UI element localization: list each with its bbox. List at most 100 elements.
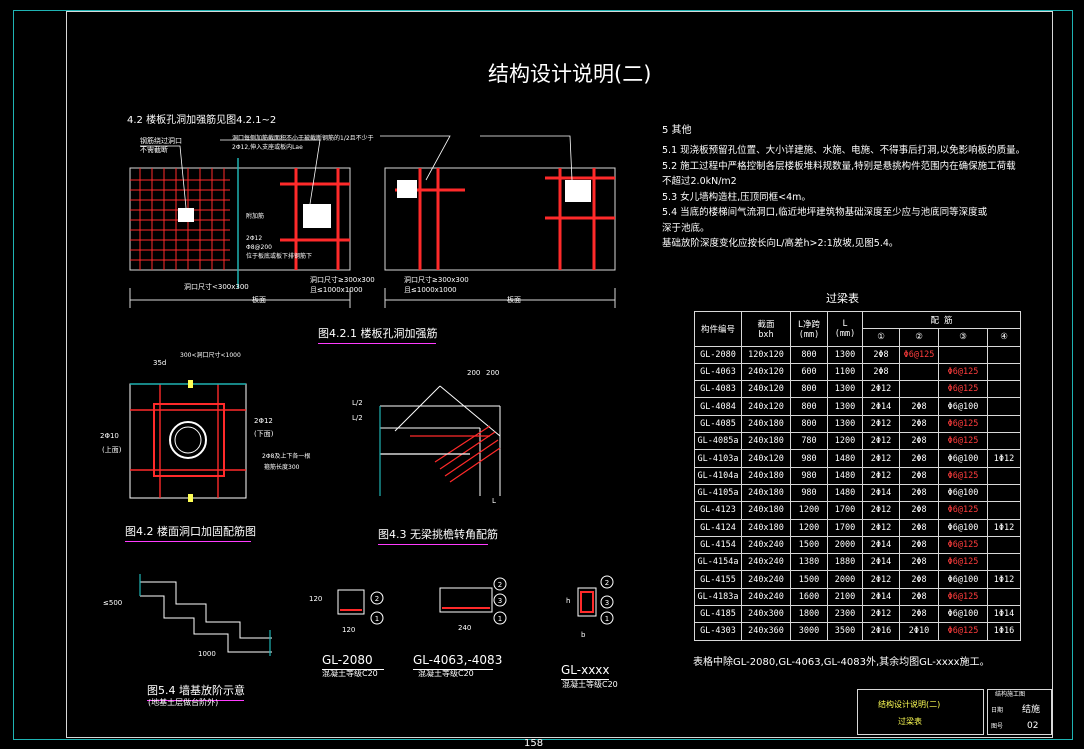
table-row: GL-4083 240x120 800 1300 2Φ12 Φ6@125 (694, 380, 1021, 399)
col-section: 截面 bxh (741, 311, 791, 347)
plan-note-bottom: 位于板底或板下排钢筋下 (246, 253, 313, 260)
col-rebar-3: ③ (938, 328, 988, 347)
svg-text:1: 1 (605, 615, 609, 623)
table-cell: 2Φ8 (899, 535, 939, 555)
hole-label-top: (上面) (102, 446, 122, 454)
table-cell: 1Φ14 (987, 605, 1021, 624)
table-cell: GL-4085 (694, 414, 742, 434)
table-cell: 240x360 (741, 622, 791, 641)
note-5-3: 5.3 女儿墙构造柱,压顶同框<4m。 (662, 191, 811, 203)
plan-note-extra: 附加筋 (246, 213, 265, 220)
table-cell: GL-4185 (694, 605, 742, 624)
svg-text:2: 2 (375, 595, 379, 603)
table-cell: Φ6@125 (938, 432, 988, 451)
table-cell: GL-4085a (694, 432, 742, 451)
hole-label-2d12: 2Φ12 (254, 417, 273, 425)
table-cell (987, 345, 1021, 364)
table-cell: GL-4104a (694, 466, 742, 485)
table-cell: 1200 (790, 518, 828, 537)
plan-note-bypass: 钢筋绕过洞口 (140, 137, 182, 145)
table-cell: Φ6@125 (938, 466, 988, 485)
table-cell: GL-4154a (694, 553, 742, 572)
hole-label-stirrup: 箍筋长度300 (264, 464, 300, 471)
section-2-note: 混凝土等级C20 (418, 669, 474, 678)
table-cell: 2Φ12 (862, 501, 900, 520)
plan-note-nocut: 不需截断 (140, 146, 168, 154)
table-cell: 780 (790, 432, 828, 451)
svg-text:2: 2 (498, 581, 502, 589)
table-row: GL-4085 240x180 800 1300 2Φ12 2Φ8 Φ6@125 (694, 414, 1021, 434)
section-1-width: 120 (342, 626, 356, 634)
table-cell: 2Φ12 (862, 570, 900, 589)
table-cell: 1800 (790, 605, 828, 624)
svg-text:3: 3 (498, 597, 502, 605)
table-cell: 240x180 (741, 483, 791, 503)
table-cell: GL-4105a (694, 483, 742, 503)
plan-label-small-hole: 洞口尺寸<300x300 (184, 283, 249, 291)
eave-dim-4: L/2 (352, 414, 363, 422)
title-block-r5: 02 (1027, 721, 1039, 731)
col-length: L (mm) (827, 311, 863, 347)
table-cell: Φ6@100 (938, 605, 988, 624)
table-cell: 1500 (790, 570, 828, 589)
section-3-height: h (566, 597, 571, 605)
table-row: GL-4103a 240x120 980 1480 2Φ12 2Φ8 Φ6@100 1Φ12 (694, 449, 1021, 468)
title-block-r3: 图号 (991, 723, 1004, 730)
table-cell: Φ6@125 (938, 380, 988, 399)
table-cell: 1380 (790, 553, 828, 572)
table-cell: 980 (790, 466, 828, 485)
table-footnote: 表格中除GL-2080,GL-4063,GL-4083外,其余均图GL-xxxx… (693, 657, 990, 668)
table-cell: 2000 (827, 570, 863, 589)
section-3-name: GL-xxxx (561, 663, 610, 680)
eave-dim-5: L (492, 497, 496, 505)
table-cell (987, 587, 1021, 607)
page-number: 158 (524, 738, 544, 749)
table-cell: 240x180 (741, 414, 791, 434)
table-cell: 240x120 (741, 380, 791, 399)
table-cell: Φ6@125 (899, 345, 939, 364)
table-row: GL-4085a 240x180 780 1200 2Φ12 2Φ8 Φ6@125 (694, 432, 1021, 451)
table-cell: 1100 (827, 362, 863, 382)
table-row: GL-4155 240x240 1500 2000 2Φ12 2Φ8 Φ6@100 1Φ12 (694, 570, 1021, 589)
plan-label-slab-a: 板面 (252, 296, 266, 304)
note-5-4b: 深于池底。 (662, 222, 710, 234)
table-cell (987, 380, 1021, 399)
table-cell: Φ6@125 (938, 587, 988, 607)
plan-note-2d12: 2Φ12 (246, 235, 263, 242)
hole-label-2d10: 2Φ10 (100, 432, 119, 440)
hole-label-2d8: 2Φ8及上下各一根 (262, 453, 311, 460)
table-cell: GL-4303 (694, 622, 742, 641)
table-cell: 980 (790, 483, 828, 503)
table-cell: Φ6@100 (938, 570, 988, 589)
table-cell: 800 (790, 380, 828, 399)
table-cell: GL-4154 (694, 535, 742, 555)
section-2-width: 240 (458, 624, 472, 632)
table-cell: 240x120 (741, 449, 791, 468)
table-cell (987, 483, 1021, 503)
table-row: GL-4185 240x300 1800 2300 2Φ12 2Φ8 Φ6@100 1Φ14 (694, 605, 1021, 624)
table-cell: 800 (790, 414, 828, 434)
table-cell: 240x180 (741, 501, 791, 520)
table-cell: 2Φ8 (899, 570, 939, 589)
table-cell: GL-4063 (694, 362, 742, 382)
table-cell: Φ6@125 (938, 362, 988, 382)
svg-text:3: 3 (605, 599, 609, 607)
plan-label-slab-b: 板面 (507, 296, 521, 304)
table-cell: 2Φ12 (862, 518, 900, 537)
table-cell: 800 (790, 397, 828, 416)
section-1-note: 混凝土等级C20 (322, 669, 378, 678)
table-row: GL-4183a 240x240 1600 2100 2Φ14 2Φ8 Φ6@125 (694, 587, 1021, 607)
hole-label-35d: 35d (153, 359, 167, 367)
table-cell: GL-2080 (694, 345, 742, 364)
table-cell: 3500 (827, 622, 863, 641)
eave-dim-1: 200 (467, 369, 481, 377)
title-block-r4: 结施 (1022, 705, 1041, 715)
step-dim-height: ≤500 (103, 599, 123, 607)
title-block (857, 689, 984, 735)
plan-note-area: 洞口每侧加筋截面积不小于被截断钢筋的1/2且不少于 (232, 135, 374, 142)
table-cell: GL-4084 (694, 397, 742, 416)
caption-fig-4-2-1: 图4.2.1 楼板孔洞加强筋 (318, 325, 438, 344)
table-cell (987, 535, 1021, 555)
table-cell (987, 432, 1021, 451)
note-5-4c: 基础放阶深度变化应按长向L/高差h>2:1放坡,见图5.4。 (662, 238, 899, 249)
